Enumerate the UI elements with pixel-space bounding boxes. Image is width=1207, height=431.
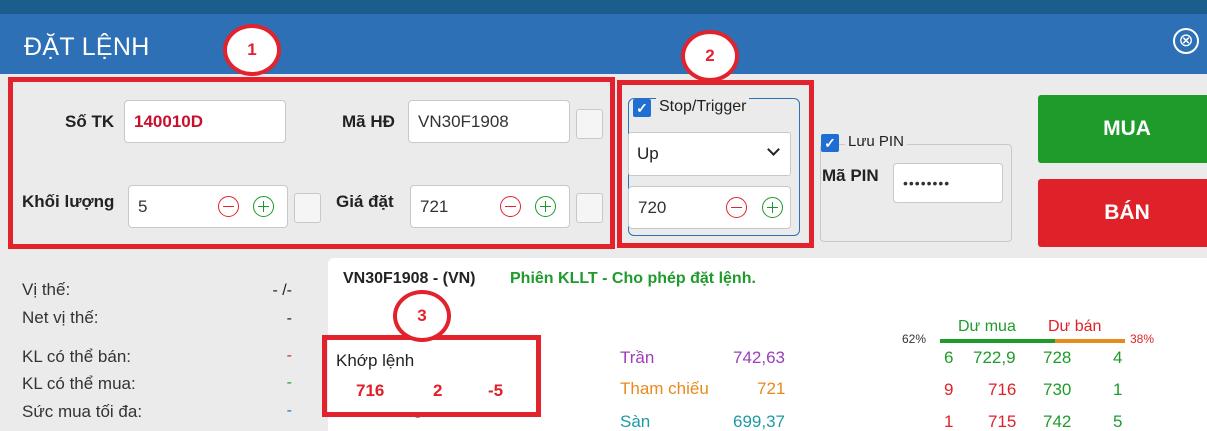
- max-buying-power-value: -: [286, 402, 292, 419]
- max-buying-power-label: Sức mua tối đa:: [22, 402, 143, 421]
- buy-button[interactable]: MUA: [1038, 95, 1207, 163]
- bid-price: 715: [988, 412, 1017, 431]
- annotation-badge-1: 1: [223, 24, 281, 76]
- bid-volume: 9: [944, 380, 954, 399]
- matched-change: -5: [488, 381, 504, 400]
- buy-pct: 62%: [902, 332, 927, 346]
- bid-price: 722,9: [973, 348, 1016, 367]
- net-position-value: -: [286, 310, 292, 327]
- price-checkbox[interactable]: [576, 193, 603, 223]
- price-label: Giá đặt: [336, 192, 394, 211]
- matched-volume: 2: [433, 381, 443, 400]
- net-position-label: Net vị thế:: [22, 308, 99, 327]
- top-strip: [0, 0, 1207, 14]
- account-field[interactable]: 140010D: [124, 100, 286, 143]
- session-status: Phiên KLLT - Cho phép đặt lệnh.: [510, 270, 756, 287]
- stop-trigger-checkbox[interactable]: ✓: [633, 99, 651, 117]
- price-plus-icon[interactable]: [535, 196, 556, 217]
- depth-ratio-bar: [940, 339, 1125, 343]
- bid-price: 716: [988, 380, 1017, 399]
- dialog-titlebar: ĐẶT LỆNH ⊗: [0, 14, 1207, 74]
- quantity-plus-icon[interactable]: [253, 196, 274, 217]
- sell-side-label: Dư bán: [1048, 318, 1102, 335]
- account-label: Số TK: [65, 112, 115, 131]
- contract-label: Mã HĐ: [342, 112, 395, 131]
- stop-direction-select[interactable]: Up: [628, 132, 791, 176]
- stop-trigger-label: Stop/Trigger: [656, 98, 750, 116]
- ask-price: 742: [1043, 412, 1072, 431]
- contract-field[interactable]: VN30F1908: [408, 100, 570, 143]
- floor-label: Sàn: [620, 412, 651, 431]
- dialog-title: ĐẶT LỆNH: [24, 33, 150, 61]
- bid-volume: 1: [944, 412, 954, 431]
- save-pin-checkbox[interactable]: ✓: [821, 134, 839, 152]
- ask-volume: 5: [1113, 412, 1123, 431]
- position-label: Vị thế:: [22, 280, 71, 299]
- sellable-qty-label: KL có thể bán:: [22, 347, 132, 366]
- pin-label: Mã PIN: [822, 166, 879, 185]
- ask-volume: 1: [1113, 380, 1123, 399]
- bid-volume: 6: [944, 348, 954, 367]
- position-value: - /-: [272, 282, 292, 299]
- buyable-qty-label: KL có thể mua:: [22, 374, 136, 393]
- ceiling-value: 742,63: [733, 348, 785, 367]
- sell-button[interactable]: BÁN: [1038, 179, 1207, 247]
- depth-ratio-buy-fill: [940, 339, 1055, 343]
- price-minus-icon[interactable]: [500, 196, 521, 217]
- sellable-qty-value: -: [286, 347, 292, 364]
- ask-price: 728: [1043, 348, 1072, 367]
- annotation-badge-3: 3: [393, 290, 451, 342]
- quantity-checkbox[interactable]: [294, 193, 321, 223]
- reference-label: Tham chiếu: [620, 379, 709, 398]
- stop-direction-value: Up: [637, 144, 659, 163]
- pin-field[interactable]: ••••••••: [893, 163, 1003, 203]
- annotation-badge-2: 2: [681, 30, 739, 82]
- close-icon[interactable]: ⊗: [1173, 28, 1199, 54]
- reference-value: 721: [757, 379, 786, 398]
- save-pin-label: Lưu PIN: [845, 133, 907, 150]
- trigger-plus-icon[interactable]: [762, 197, 783, 218]
- chevron-down-icon: [767, 143, 780, 156]
- ask-volume: 4: [1113, 348, 1123, 367]
- contract-checkbox[interactable]: [576, 109, 603, 139]
- buy-side-label: Dư mua: [958, 318, 1016, 335]
- ask-price: 730: [1043, 380, 1072, 399]
- quantity-label: Khối lượng: [22, 192, 115, 211]
- quantity-minus-icon[interactable]: [218, 196, 239, 217]
- sell-pct: 38%: [1130, 332, 1155, 346]
- matched-price: 716: [356, 381, 385, 400]
- market-symbol: VN30F1908 - (VN): [343, 270, 476, 287]
- matched-label: Khớp lệnh: [336, 351, 415, 370]
- ceiling-label: Trần: [620, 348, 655, 367]
- trigger-minus-icon[interactable]: [726, 197, 747, 218]
- buyable-qty-value: -: [286, 374, 292, 391]
- floor-value: 699,37: [733, 412, 785, 431]
- highlight-box-3: [322, 335, 541, 417]
